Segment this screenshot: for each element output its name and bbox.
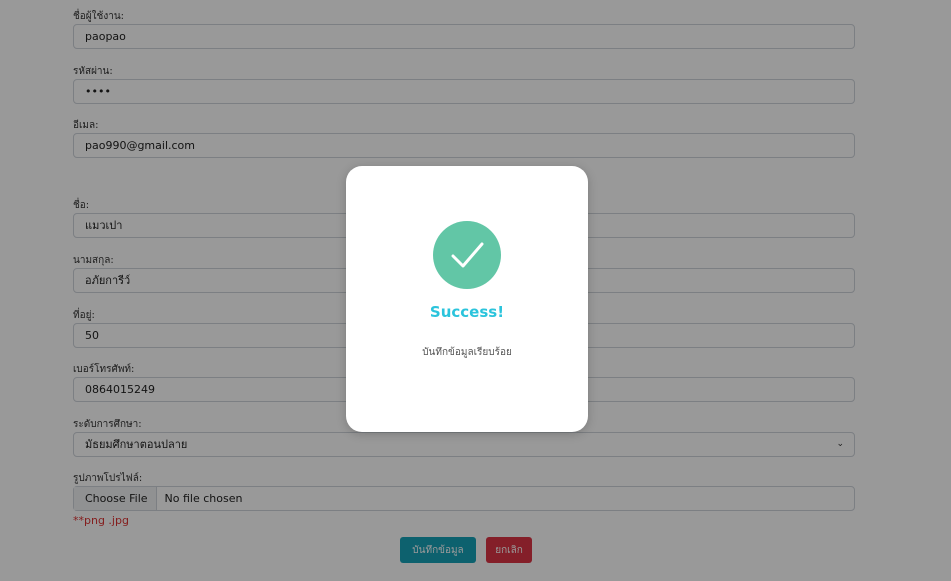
- success-message: บันทึกข้อมูลเรียบร้อย: [422, 347, 512, 358]
- success-modal: Success! บันทึกข้อมูลเรียบร้อย: [346, 166, 588, 432]
- success-title: Success!: [429, 303, 505, 321]
- checkmark-icon: [451, 242, 484, 268]
- check-circle-icon: [433, 221, 501, 289]
